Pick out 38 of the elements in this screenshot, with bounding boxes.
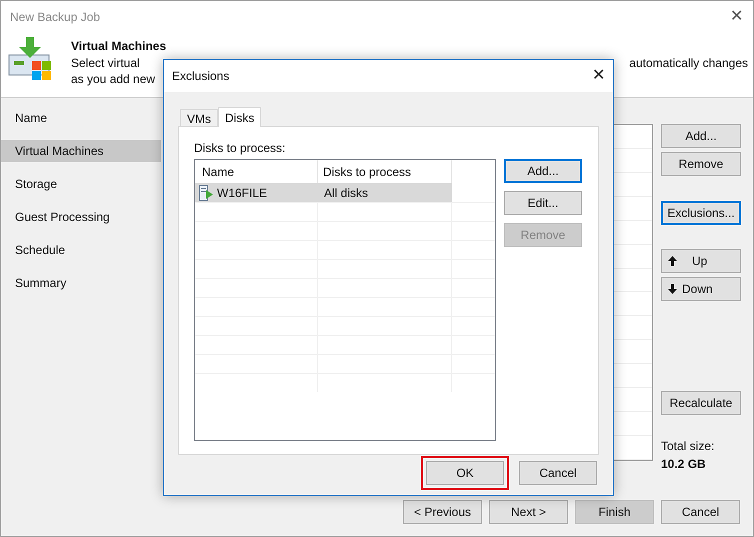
disks-value: All disks: [323, 184, 370, 202]
move-up-button[interactable]: Up: [661, 249, 741, 273]
dialog-action-button[interactable]: Edit...: [504, 191, 582, 215]
dialog-action-button[interactable]: Add...: [504, 159, 582, 183]
close-button[interactable]: ✕: [730, 9, 743, 25]
dialog-footer-button[interactable]: OK: [426, 461, 504, 485]
arrow-down-icon: [668, 284, 677, 294]
page-title: Virtual Machines: [71, 38, 166, 55]
close-button[interactable]: ✕: [592, 68, 605, 84]
window-title: New Backup Job: [10, 9, 100, 26]
wizard-button[interactable]: Cancel: [661, 500, 740, 524]
table-row[interactable]: W16FILE All disks: [195, 183, 452, 202]
action-button[interactable]: Exclusions...: [661, 201, 741, 225]
backup-vm-icon: [8, 37, 54, 83]
wizard-button[interactable]: Next >: [489, 500, 568, 524]
list-label: Disks to process:: [194, 140, 286, 157]
wizard-step[interactable]: Schedule: [1, 239, 161, 261]
dialog-title: Exclusions: [172, 68, 230, 85]
wizard-step[interactable]: Storage: [1, 173, 161, 195]
arrow-up-icon: [668, 256, 677, 266]
vm-name: W16FILE: [195, 184, 318, 202]
total-size-value: 10.2 GB: [661, 456, 707, 473]
wizard-step[interactable]: Guest Processing: [1, 206, 161, 228]
wizard-step[interactable]: Name: [1, 107, 161, 129]
tab[interactable]: Disks: [218, 107, 262, 127]
wizard-button[interactable]: < Previous: [403, 500, 482, 524]
total-size-label: Total size:: [661, 438, 716, 455]
tab[interactable]: VMs: [180, 109, 218, 126]
page-description: Select virtual: [71, 56, 140, 71]
action-button[interactable]: Add...: [661, 124, 741, 148]
action-button[interactable]: Recalculate: [661, 391, 741, 415]
dialog-footer-button[interactable]: Cancel: [519, 461, 597, 485]
move-down-button[interactable]: Down: [661, 277, 741, 301]
wizard-step[interactable]: Summary: [1, 272, 161, 294]
page-description: automatically changes: [629, 56, 748, 71]
wizard-step[interactable]: Virtual Machines: [1, 140, 161, 162]
page-description: as you add new: [71, 71, 156, 88]
action-button[interactable]: Remove: [661, 152, 741, 176]
